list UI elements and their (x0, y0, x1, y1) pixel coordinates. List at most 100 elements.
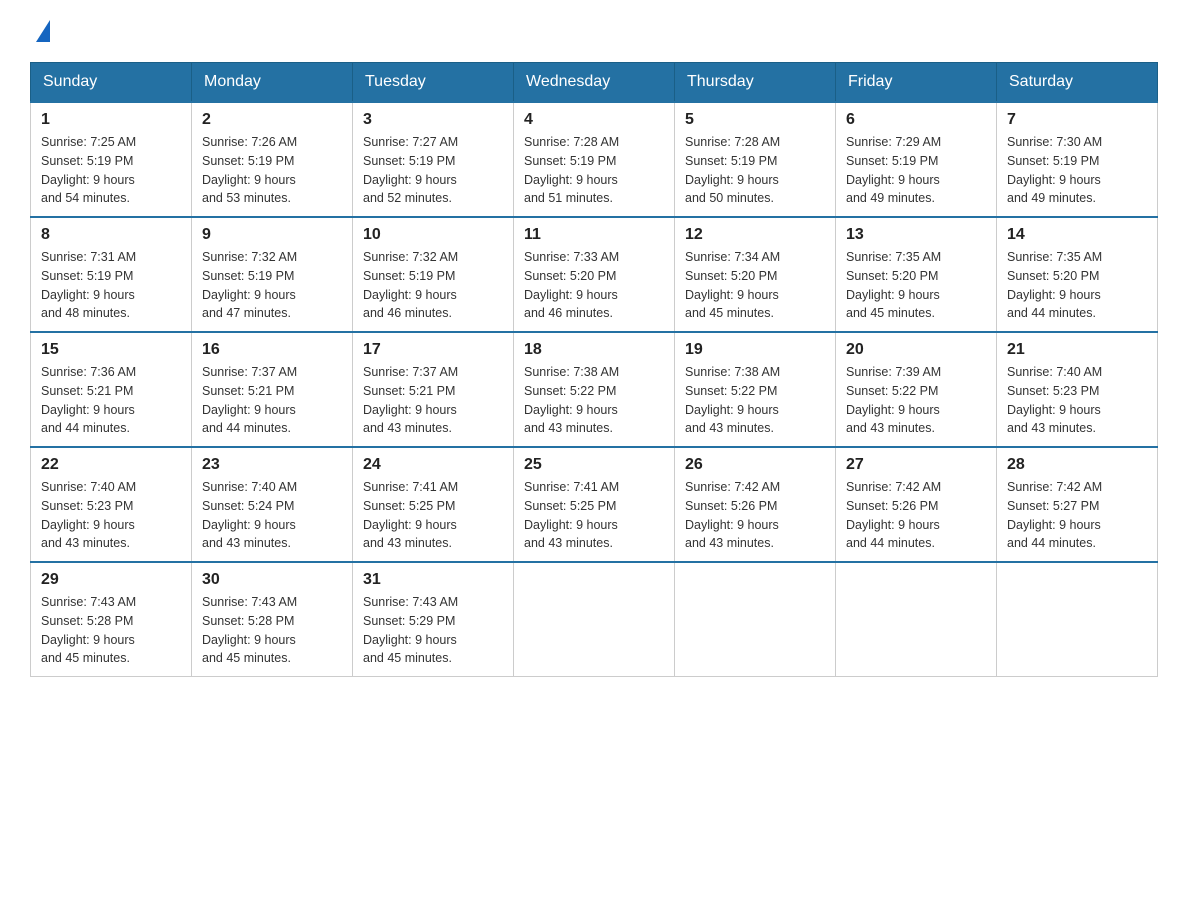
calendar-cell: 18 Sunrise: 7:38 AM Sunset: 5:22 PM Dayl… (514, 332, 675, 447)
day-number: 28 (1007, 456, 1147, 474)
day-number: 30 (202, 571, 342, 589)
column-header-monday: Monday (192, 63, 353, 103)
calendar-cell: 4 Sunrise: 7:28 AM Sunset: 5:19 PM Dayli… (514, 102, 675, 217)
calendar-table: SundayMondayTuesdayWednesdayThursdayFrid… (30, 62, 1158, 677)
day-number: 4 (524, 111, 664, 129)
calendar-cell: 2 Sunrise: 7:26 AM Sunset: 5:19 PM Dayli… (192, 102, 353, 217)
day-info: Sunrise: 7:32 AM Sunset: 5:19 PM Dayligh… (202, 248, 342, 323)
calendar-cell: 16 Sunrise: 7:37 AM Sunset: 5:21 PM Dayl… (192, 332, 353, 447)
calendar-cell: 19 Sunrise: 7:38 AM Sunset: 5:22 PM Dayl… (675, 332, 836, 447)
week-row-1: 1 Sunrise: 7:25 AM Sunset: 5:19 PM Dayli… (31, 102, 1158, 217)
calendar-cell: 31 Sunrise: 7:43 AM Sunset: 5:29 PM Dayl… (353, 562, 514, 677)
day-info: Sunrise: 7:28 AM Sunset: 5:19 PM Dayligh… (685, 133, 825, 208)
day-info: Sunrise: 7:43 AM Sunset: 5:28 PM Dayligh… (41, 593, 181, 668)
day-info: Sunrise: 7:41 AM Sunset: 5:25 PM Dayligh… (363, 478, 503, 553)
day-number: 22 (41, 456, 181, 474)
day-info: Sunrise: 7:39 AM Sunset: 5:22 PM Dayligh… (846, 363, 986, 438)
column-header-sunday: Sunday (31, 63, 192, 103)
day-info: Sunrise: 7:30 AM Sunset: 5:19 PM Dayligh… (1007, 133, 1147, 208)
day-info: Sunrise: 7:43 AM Sunset: 5:28 PM Dayligh… (202, 593, 342, 668)
day-info: Sunrise: 7:42 AM Sunset: 5:26 PM Dayligh… (685, 478, 825, 553)
calendar-header-row: SundayMondayTuesdayWednesdayThursdayFrid… (31, 63, 1158, 103)
day-info: Sunrise: 7:40 AM Sunset: 5:24 PM Dayligh… (202, 478, 342, 553)
calendar-cell: 30 Sunrise: 7:43 AM Sunset: 5:28 PM Dayl… (192, 562, 353, 677)
calendar-cell: 21 Sunrise: 7:40 AM Sunset: 5:23 PM Dayl… (997, 332, 1158, 447)
day-number: 14 (1007, 226, 1147, 244)
calendar-cell: 11 Sunrise: 7:33 AM Sunset: 5:20 PM Dayl… (514, 217, 675, 332)
day-info: Sunrise: 7:31 AM Sunset: 5:19 PM Dayligh… (41, 248, 181, 323)
day-number: 16 (202, 341, 342, 359)
page-header (30, 20, 1158, 42)
day-info: Sunrise: 7:41 AM Sunset: 5:25 PM Dayligh… (524, 478, 664, 553)
calendar-cell: 14 Sunrise: 7:35 AM Sunset: 5:20 PM Dayl… (997, 217, 1158, 332)
calendar-cell: 25 Sunrise: 7:41 AM Sunset: 5:25 PM Dayl… (514, 447, 675, 562)
day-info: Sunrise: 7:32 AM Sunset: 5:19 PM Dayligh… (363, 248, 503, 323)
calendar-cell: 5 Sunrise: 7:28 AM Sunset: 5:19 PM Dayli… (675, 102, 836, 217)
day-info: Sunrise: 7:37 AM Sunset: 5:21 PM Dayligh… (363, 363, 503, 438)
day-info: Sunrise: 7:36 AM Sunset: 5:21 PM Dayligh… (41, 363, 181, 438)
calendar-cell: 13 Sunrise: 7:35 AM Sunset: 5:20 PM Dayl… (836, 217, 997, 332)
day-info: Sunrise: 7:27 AM Sunset: 5:19 PM Dayligh… (363, 133, 503, 208)
day-info: Sunrise: 7:37 AM Sunset: 5:21 PM Dayligh… (202, 363, 342, 438)
day-number: 25 (524, 456, 664, 474)
day-info: Sunrise: 7:42 AM Sunset: 5:27 PM Dayligh… (1007, 478, 1147, 553)
day-number: 1 (41, 111, 181, 129)
week-row-3: 15 Sunrise: 7:36 AM Sunset: 5:21 PM Dayl… (31, 332, 1158, 447)
calendar-cell (675, 562, 836, 677)
day-number: 2 (202, 111, 342, 129)
day-info: Sunrise: 7:28 AM Sunset: 5:19 PM Dayligh… (524, 133, 664, 208)
day-info: Sunrise: 7:29 AM Sunset: 5:19 PM Dayligh… (846, 133, 986, 208)
day-number: 31 (363, 571, 503, 589)
day-info: Sunrise: 7:35 AM Sunset: 5:20 PM Dayligh… (1007, 248, 1147, 323)
day-info: Sunrise: 7:40 AM Sunset: 5:23 PM Dayligh… (41, 478, 181, 553)
day-number: 8 (41, 226, 181, 244)
day-info: Sunrise: 7:34 AM Sunset: 5:20 PM Dayligh… (685, 248, 825, 323)
day-number: 24 (363, 456, 503, 474)
day-number: 9 (202, 226, 342, 244)
day-info: Sunrise: 7:43 AM Sunset: 5:29 PM Dayligh… (363, 593, 503, 668)
day-info: Sunrise: 7:40 AM Sunset: 5:23 PM Dayligh… (1007, 363, 1147, 438)
column-header-tuesday: Tuesday (353, 63, 514, 103)
day-number: 10 (363, 226, 503, 244)
day-number: 23 (202, 456, 342, 474)
calendar-cell: 27 Sunrise: 7:42 AM Sunset: 5:26 PM Dayl… (836, 447, 997, 562)
calendar-cell: 26 Sunrise: 7:42 AM Sunset: 5:26 PM Dayl… (675, 447, 836, 562)
calendar-cell: 8 Sunrise: 7:31 AM Sunset: 5:19 PM Dayli… (31, 217, 192, 332)
day-info: Sunrise: 7:33 AM Sunset: 5:20 PM Dayligh… (524, 248, 664, 323)
calendar-cell: 17 Sunrise: 7:37 AM Sunset: 5:21 PM Dayl… (353, 332, 514, 447)
day-info: Sunrise: 7:38 AM Sunset: 5:22 PM Dayligh… (685, 363, 825, 438)
day-number: 7 (1007, 111, 1147, 129)
day-number: 6 (846, 111, 986, 129)
calendar-cell: 7 Sunrise: 7:30 AM Sunset: 5:19 PM Dayli… (997, 102, 1158, 217)
calendar-cell (997, 562, 1158, 677)
calendar-cell: 9 Sunrise: 7:32 AM Sunset: 5:19 PM Dayli… (192, 217, 353, 332)
day-info: Sunrise: 7:26 AM Sunset: 5:19 PM Dayligh… (202, 133, 342, 208)
day-number: 19 (685, 341, 825, 359)
calendar-cell: 3 Sunrise: 7:27 AM Sunset: 5:19 PM Dayli… (353, 102, 514, 217)
day-number: 27 (846, 456, 986, 474)
day-number: 13 (846, 226, 986, 244)
week-row-2: 8 Sunrise: 7:31 AM Sunset: 5:19 PM Dayli… (31, 217, 1158, 332)
logo-triangle-icon (36, 20, 50, 42)
day-number: 12 (685, 226, 825, 244)
day-info: Sunrise: 7:25 AM Sunset: 5:19 PM Dayligh… (41, 133, 181, 208)
calendar-cell: 22 Sunrise: 7:40 AM Sunset: 5:23 PM Dayl… (31, 447, 192, 562)
day-number: 15 (41, 341, 181, 359)
logo (30, 20, 58, 42)
day-number: 17 (363, 341, 503, 359)
day-number: 21 (1007, 341, 1147, 359)
day-number: 26 (685, 456, 825, 474)
calendar-cell (514, 562, 675, 677)
calendar-cell: 12 Sunrise: 7:34 AM Sunset: 5:20 PM Dayl… (675, 217, 836, 332)
column-header-thursday: Thursday (675, 63, 836, 103)
calendar-cell: 15 Sunrise: 7:36 AM Sunset: 5:21 PM Dayl… (31, 332, 192, 447)
day-number: 3 (363, 111, 503, 129)
calendar-cell: 10 Sunrise: 7:32 AM Sunset: 5:19 PM Dayl… (353, 217, 514, 332)
day-number: 29 (41, 571, 181, 589)
day-number: 11 (524, 226, 664, 244)
day-info: Sunrise: 7:38 AM Sunset: 5:22 PM Dayligh… (524, 363, 664, 438)
column-header-saturday: Saturday (997, 63, 1158, 103)
calendar-cell: 24 Sunrise: 7:41 AM Sunset: 5:25 PM Dayl… (353, 447, 514, 562)
day-info: Sunrise: 7:42 AM Sunset: 5:26 PM Dayligh… (846, 478, 986, 553)
calendar-cell: 20 Sunrise: 7:39 AM Sunset: 5:22 PM Dayl… (836, 332, 997, 447)
